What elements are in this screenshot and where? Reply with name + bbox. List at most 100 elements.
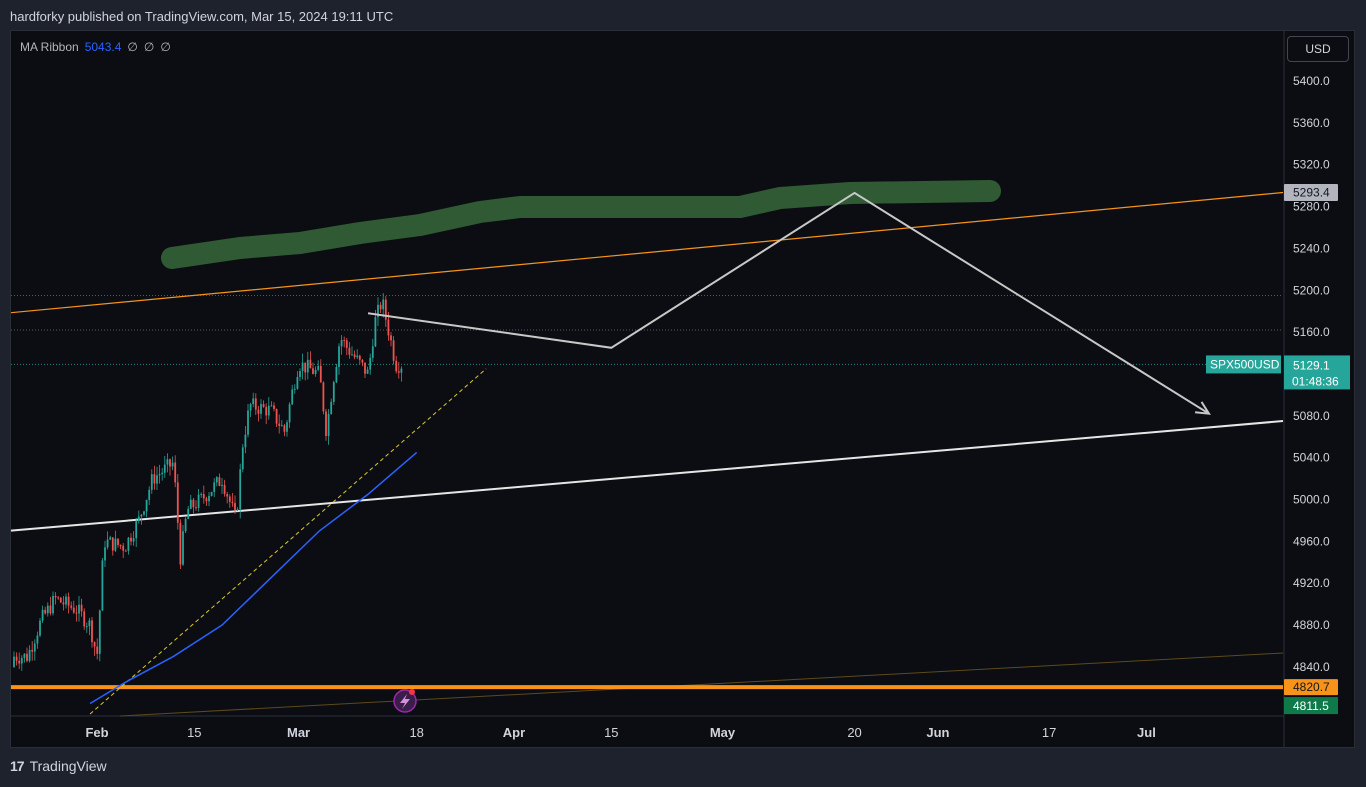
candle-body <box>28 649 31 661</box>
candle <box>288 402 291 428</box>
candle-body <box>273 405 275 409</box>
candle-body <box>293 388 296 390</box>
candle <box>371 338 374 362</box>
candle-body <box>65 596 67 605</box>
candle <box>369 353 372 375</box>
candle <box>163 455 166 478</box>
candle-body <box>161 472 164 475</box>
candle <box>228 494 231 508</box>
candle <box>145 499 148 518</box>
time-tick-label: 17 <box>1042 725 1056 740</box>
candle <box>366 366 369 375</box>
candle <box>101 557 104 611</box>
price-tick-label: 5360.0 <box>1293 116 1330 130</box>
candle <box>20 655 23 671</box>
candle <box>28 645 31 663</box>
candle <box>15 652 18 666</box>
candle <box>52 591 54 616</box>
candle-body <box>356 355 359 358</box>
candle <box>249 402 252 418</box>
candle-body <box>158 474 161 476</box>
candle <box>67 592 70 614</box>
candle-body <box>62 602 65 605</box>
candle-body <box>371 346 374 358</box>
candle <box>306 351 309 380</box>
candle <box>304 362 307 381</box>
projection-path <box>367 191 1210 415</box>
candle-body <box>31 649 34 652</box>
time-tick-label: Mar <box>287 725 310 740</box>
candle-body <box>192 499 195 508</box>
candle-body <box>36 635 39 644</box>
candle <box>195 500 197 511</box>
price-chart[interactable]: 5400.0 5360.0 5320.0 5280.0 5240.0 5200.0 5160… <box>0 0 1366 787</box>
candle-body <box>15 656 18 661</box>
candle-body <box>46 605 49 614</box>
candle <box>122 542 125 559</box>
candle <box>278 414 281 434</box>
price-tick-label: 4960.0 <box>1293 534 1330 548</box>
candle-body <box>338 346 340 367</box>
candle-body <box>176 482 179 523</box>
price-tick-label: 5400.0 <box>1293 74 1330 88</box>
candle <box>361 359 364 367</box>
resistance-price-tag: 5293.4 <box>1284 184 1338 202</box>
candle <box>150 469 153 494</box>
candle <box>93 641 96 656</box>
candle-body <box>98 610 101 654</box>
candle-body <box>387 319 390 336</box>
candle <box>156 466 158 490</box>
candle <box>299 368 301 382</box>
indicator-legend[interactable]: MA Ribbon 5043.4 ∅ ∅ ∅ <box>20 40 171 54</box>
candle-body <box>286 422 288 432</box>
candle-body <box>169 459 171 467</box>
ma-ribbon-layer <box>89 451 418 705</box>
candle <box>137 510 140 524</box>
candle-body <box>312 368 314 374</box>
lightning-icon-dot <box>409 689 415 695</box>
price-tick-label: 4920.0 <box>1293 576 1330 590</box>
candle <box>296 371 299 390</box>
candle-body <box>397 371 400 373</box>
candle-body <box>197 494 200 508</box>
orange-level-price-tag: 4820.7 <box>1284 679 1338 696</box>
time-tick-label: Jul <box>1137 725 1156 740</box>
candle-body <box>153 474 156 484</box>
candle-body <box>18 660 21 664</box>
legend-name: MA Ribbon <box>20 40 79 54</box>
candle <box>70 601 73 611</box>
projection-layer <box>367 191 1211 713</box>
candle <box>254 393 257 415</box>
candle-body <box>124 550 127 552</box>
candle-body <box>163 464 166 473</box>
green-price-tag: 4811.5 <box>1284 697 1338 715</box>
candle <box>379 301 382 313</box>
candle <box>143 510 145 517</box>
candle-body <box>195 507 197 509</box>
candle <box>18 652 21 670</box>
candle <box>244 426 247 454</box>
candle-body <box>317 365 320 370</box>
time-tick-label: 15 <box>187 725 201 740</box>
candle-body <box>52 595 54 614</box>
time-tick-label: Apr <box>503 725 525 740</box>
candle-body <box>291 389 294 405</box>
candle-body <box>364 362 366 374</box>
currency-button[interactable]: USD <box>1287 36 1349 62</box>
candle <box>41 605 44 623</box>
time-tick-label: Jun <box>926 725 949 740</box>
candle <box>312 362 314 375</box>
candle <box>80 598 83 617</box>
candle <box>184 517 187 534</box>
candle <box>330 398 333 415</box>
candle <box>44 606 47 615</box>
candle-body <box>306 359 309 373</box>
candle-body <box>369 357 372 370</box>
candle-body <box>213 482 216 492</box>
candle <box>325 408 327 441</box>
candle-body <box>75 612 78 614</box>
candle-body <box>265 406 268 416</box>
candle <box>111 537 114 556</box>
candle-body <box>70 605 73 608</box>
candle-body <box>332 382 335 402</box>
